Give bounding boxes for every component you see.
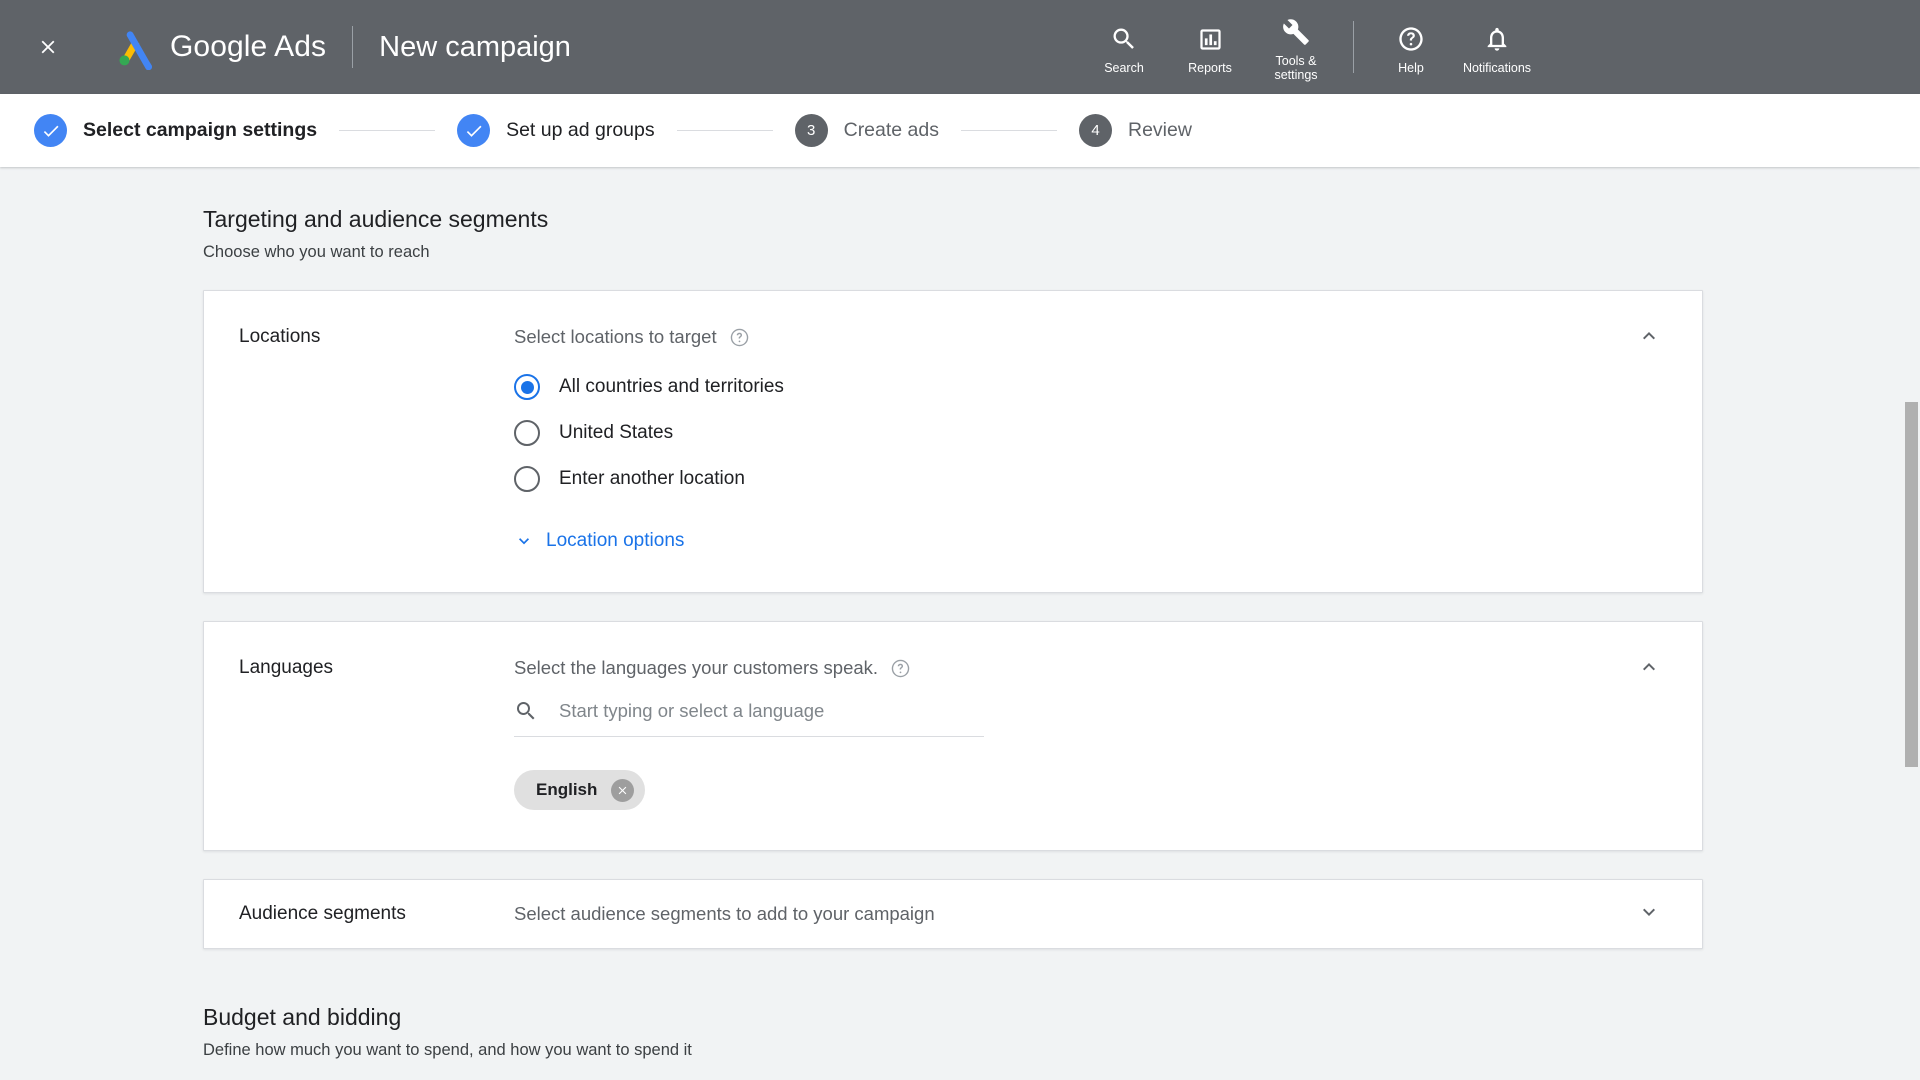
chevron-down-icon (514, 531, 534, 551)
bell-icon (1483, 23, 1511, 55)
audience-segments-placeholder: Select audience segments to add to your … (514, 880, 1702, 948)
location-options-link[interactable]: Location options (514, 530, 684, 552)
step-number: 4 (1091, 122, 1099, 139)
search-icon (514, 699, 538, 723)
header-action-label: Help (1398, 61, 1424, 75)
page-title: New campaign (379, 31, 571, 64)
radio-option-enter-another-location[interactable]: Enter another location (514, 456, 1632, 502)
header-action-label: Search (1104, 61, 1144, 75)
language-chip-label: English (536, 780, 597, 800)
stepper-connector (677, 130, 773, 131)
bar-chart-icon (1197, 23, 1224, 55)
selected-languages-chips: English (514, 770, 1632, 810)
audience-segments-card-label: Audience segments (204, 880, 514, 948)
header-divider (352, 26, 353, 68)
stepper-connector (339, 130, 435, 131)
locations-collapse-toggle[interactable] (1632, 321, 1666, 355)
header-action-label: Tools & settings (1274, 54, 1317, 82)
languages-field-title: Select the languages your customers spea… (514, 657, 878, 679)
languages-card: Languages Select the languages your cust… (203, 621, 1703, 851)
stepper-connector (961, 130, 1057, 131)
step-check-icon (457, 114, 490, 147)
header-action-label: Reports (1188, 61, 1232, 75)
scrollbar-thumb[interactable] (1905, 402, 1918, 767)
question-circle-icon (1397, 23, 1425, 55)
header-actions-divider (1353, 21, 1354, 73)
step-number-badge: 3 (795, 114, 828, 147)
close-button[interactable] (31, 30, 65, 64)
radio-option-all-countries[interactable]: All countries and territories (514, 364, 1632, 410)
budget-and-bidding-section: Budget and bidding Define how much you w… (203, 949, 1920, 1060)
languages-card-label: Languages (204, 622, 514, 850)
brand-primary-text: Google (170, 30, 267, 63)
section-title-targeting: Targeting and audience segments (203, 206, 1920, 233)
close-icon (37, 36, 59, 58)
audience-segments-card[interactable]: Audience segments Select audience segmen… (203, 879, 1703, 949)
language-search-field[interactable] (514, 699, 984, 737)
languages-field-header: Select the languages your customers spea… (514, 657, 1632, 679)
chevron-down-icon (1637, 900, 1661, 929)
audience-segments-expand-toggle[interactable] (1632, 897, 1666, 931)
locations-card-label: Locations (204, 291, 514, 592)
header-action-help[interactable]: Help (1368, 19, 1454, 75)
main-content: Targeting and audience segments Choose w… (0, 167, 1920, 1080)
radio-option-label: All countries and territories (559, 376, 784, 398)
app-header: Google Ads New campaign Search Reports (0, 0, 1920, 94)
stepper-step-label: Create ads (844, 119, 939, 142)
language-chip-english: English (514, 770, 645, 810)
stepper-step-label: Review (1128, 119, 1192, 142)
step-check-icon (34, 114, 67, 147)
language-search-input[interactable] (559, 700, 984, 722)
stepper-step-label: Select campaign settings (83, 119, 317, 142)
question-circle-icon[interactable] (729, 327, 750, 348)
radio-button-icon[interactable] (514, 466, 540, 492)
header-actions: Search Reports Tools & settings (1081, 0, 1540, 94)
campaign-stepper: Select campaign settings Set up ad group… (0, 94, 1920, 167)
radio-button-icon[interactable] (514, 420, 540, 446)
stepper-step-set-up-ad-groups[interactable]: Set up ad groups (457, 114, 655, 147)
wrench-icon (1282, 16, 1310, 48)
stepper-step-review[interactable]: 4 Review (1079, 114, 1192, 147)
header-action-search[interactable]: Search (1081, 19, 1167, 75)
header-action-tools-settings[interactable]: Tools & settings (1253, 12, 1339, 82)
languages-collapse-toggle[interactable] (1632, 652, 1666, 686)
stepper-step-create-ads[interactable]: 3 Create ads (795, 114, 939, 147)
search-icon (1110, 23, 1138, 55)
brand-secondary-text: Ads (274, 30, 326, 63)
section-title-budget: Budget and bidding (203, 1004, 1920, 1031)
radio-option-label: United States (559, 422, 673, 444)
step-number-badge: 4 (1079, 114, 1112, 147)
header-action-reports[interactable]: Reports (1167, 19, 1253, 75)
section-subtitle-budget: Define how much you want to spend, and h… (203, 1041, 1920, 1060)
section-subtitle-targeting: Choose who you want to reach (203, 243, 1920, 262)
location-options-link-label: Location options (546, 530, 684, 552)
step-number: 3 (807, 122, 815, 139)
header-action-label: Notifications (1463, 61, 1531, 75)
page-scrollbar[interactable] (1903, 167, 1920, 1080)
radio-option-united-states[interactable]: United States (514, 410, 1632, 456)
radio-option-label: Enter another location (559, 468, 745, 490)
stepper-step-label: Set up ad groups (506, 119, 655, 142)
radio-button-icon[interactable] (514, 374, 540, 400)
locations-field-title: Select locations to target (514, 326, 717, 348)
brand-logo-group[interactable]: Google Ads (112, 24, 326, 70)
stepper-step-select-campaign-settings[interactable]: Select campaign settings (34, 114, 317, 147)
brand-text: Google Ads (170, 30, 326, 64)
chevron-up-icon (1637, 324, 1661, 353)
close-circle-icon[interactable] (611, 779, 634, 802)
locations-card: Locations Select locations to target (203, 290, 1703, 593)
google-ads-logo-icon (112, 24, 158, 70)
question-circle-icon[interactable] (890, 658, 911, 679)
locations-field-header: Select locations to target (514, 326, 1632, 348)
locations-radio-group: All countries and territories United Sta… (514, 364, 1632, 502)
chevron-up-icon (1637, 655, 1661, 684)
header-action-notifications[interactable]: Notifications (1454, 19, 1540, 75)
